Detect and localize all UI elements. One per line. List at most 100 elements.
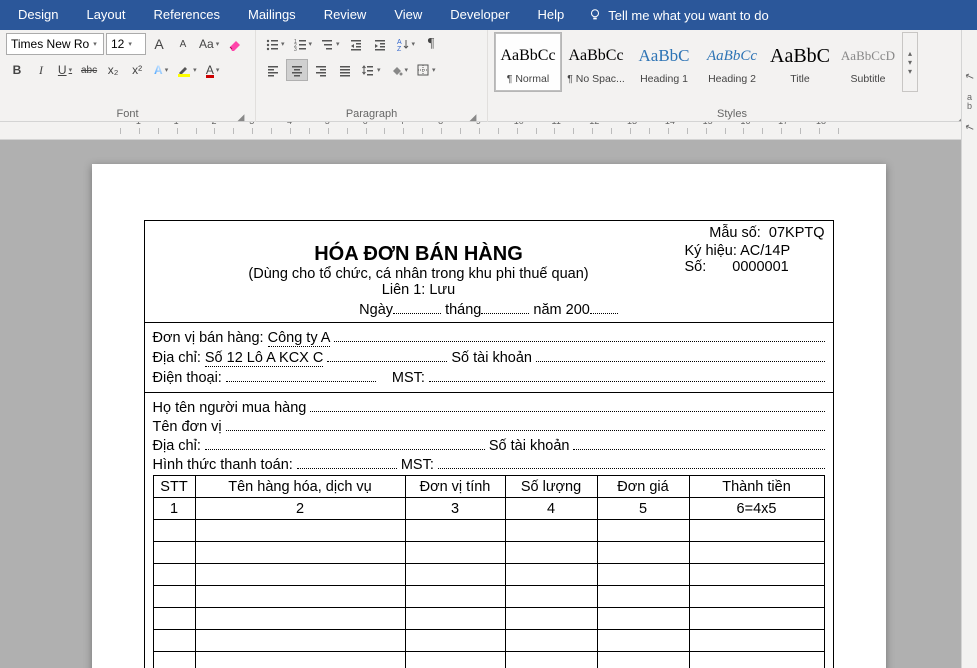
multilevel-list-button[interactable] xyxy=(317,33,343,55)
paragraph-dialog-launcher[interactable]: ◢ xyxy=(467,109,479,121)
table-cell[interactable] xyxy=(689,652,824,668)
table-cell[interactable] xyxy=(195,542,405,564)
table-cell[interactable] xyxy=(405,586,505,608)
table-cell[interactable] xyxy=(405,520,505,542)
tell-me[interactable]: Tell me what you want to do xyxy=(588,8,768,23)
table-cell[interactable] xyxy=(597,652,689,668)
table-cell[interactable] xyxy=(505,652,597,668)
style-name-label: ¶ Normal xyxy=(507,73,549,85)
table-cell[interactable] xyxy=(505,630,597,652)
document-page[interactable]: Mẫu số: 07KPTQ HÓA ĐƠN BÁN HÀNG (Dùng ch… xyxy=(92,164,886,668)
style-title[interactable]: AaBbCTitle xyxy=(766,32,834,92)
align-right-button[interactable] xyxy=(310,59,332,81)
table-cell[interactable] xyxy=(597,542,689,564)
table-cell[interactable] xyxy=(597,520,689,542)
justify-button[interactable] xyxy=(334,59,356,81)
table-cell[interactable] xyxy=(689,586,824,608)
table-cell[interactable] xyxy=(405,630,505,652)
align-right-icon xyxy=(314,63,328,77)
font-color-button[interactable]: A xyxy=(202,59,224,81)
tab-mailings[interactable]: Mailings xyxy=(234,0,310,30)
table-row xyxy=(153,608,824,630)
sort-button[interactable]: AZ xyxy=(393,33,419,55)
style-normal[interactable]: AaBbCc¶ Normal xyxy=(494,32,562,92)
strikethrough-button[interactable]: abc xyxy=(78,59,100,81)
table-cell[interactable] xyxy=(689,608,824,630)
line-spacing-button[interactable] xyxy=(358,59,384,81)
style-heading-2[interactable]: AaBbCcHeading 2 xyxy=(698,32,766,92)
tab-references[interactable]: References xyxy=(140,0,234,30)
bold-button[interactable]: B xyxy=(6,59,28,81)
table-cell[interactable] xyxy=(505,608,597,630)
tab-developer[interactable]: Developer xyxy=(436,0,523,30)
table-cell[interactable] xyxy=(597,586,689,608)
clear-formatting-button[interactable] xyxy=(224,33,246,55)
tab-review[interactable]: Review xyxy=(310,0,381,30)
table-cell[interactable] xyxy=(405,542,505,564)
tab-layout[interactable]: Layout xyxy=(72,0,139,30)
shrink-font-button[interactable]: A xyxy=(172,33,194,55)
text-effects-button[interactable]: A xyxy=(150,59,172,81)
styles-more-button[interactable]: ▴▾▾ xyxy=(902,32,918,92)
borders-button[interactable] xyxy=(413,59,439,81)
table-cell[interactable] xyxy=(505,564,597,586)
style-heading-1[interactable]: AaBbCHeading 1 xyxy=(630,32,698,92)
tab-design[interactable]: Design xyxy=(4,0,72,30)
font-dialog-launcher[interactable]: ◢ xyxy=(235,109,247,121)
table-cell[interactable] xyxy=(689,564,824,586)
table-cell[interactable] xyxy=(689,520,824,542)
bullets-button[interactable] xyxy=(262,33,288,55)
show-marks-button[interactable]: ¶ xyxy=(420,33,442,55)
style-no-spacing[interactable]: AaBbCc¶ No Spac... xyxy=(562,32,630,92)
table-cell[interactable] xyxy=(195,630,405,652)
table-cell[interactable] xyxy=(597,608,689,630)
table-cell[interactable] xyxy=(153,608,195,630)
subscript-button[interactable]: x₂ xyxy=(102,59,124,81)
horizontal-ruler[interactable]: 1123456789101112131415161718 xyxy=(0,122,977,140)
grow-font-button[interactable]: A xyxy=(148,33,170,55)
table-cell[interactable] xyxy=(153,542,195,564)
table-cell[interactable] xyxy=(153,652,195,668)
tab-help[interactable]: Help xyxy=(524,0,579,30)
shading-button[interactable] xyxy=(386,59,412,81)
table-cell[interactable] xyxy=(405,608,505,630)
table-cell[interactable] xyxy=(195,564,405,586)
underline-button[interactable]: U xyxy=(54,59,76,81)
table-cell[interactable] xyxy=(689,542,824,564)
table-cell[interactable] xyxy=(195,608,405,630)
decrease-indent-button[interactable] xyxy=(345,33,367,55)
table-cell[interactable] xyxy=(405,652,505,668)
workspace[interactable]: 1123456789101112131415161718 Mẫu số: 07K… xyxy=(0,122,977,668)
numbering-button[interactable]: 123 xyxy=(290,33,316,55)
table-cell[interactable] xyxy=(597,630,689,652)
table-cell[interactable] xyxy=(505,520,597,542)
table-cell[interactable] xyxy=(505,586,597,608)
table-cell[interactable] xyxy=(505,542,597,564)
align-center-button[interactable] xyxy=(286,59,308,81)
style-subtitle[interactable]: AaBbCcDSubtitle xyxy=(834,32,902,92)
table-cell[interactable] xyxy=(153,586,195,608)
table-cell[interactable] xyxy=(153,564,195,586)
table-cell[interactable] xyxy=(195,652,405,668)
table-row xyxy=(153,652,824,668)
highlight-icon xyxy=(177,63,191,77)
align-left-button[interactable] xyxy=(262,59,284,81)
superscript-button[interactable]: x² xyxy=(126,59,148,81)
table-cell: 5 xyxy=(597,498,689,520)
table-cell[interactable] xyxy=(689,630,824,652)
tab-view[interactable]: View xyxy=(380,0,436,30)
table-cell[interactable] xyxy=(195,586,405,608)
ky-hieu-value: AC/14P xyxy=(740,243,790,259)
change-case-button[interactable]: Aa xyxy=(196,33,222,55)
italic-button[interactable]: I xyxy=(30,59,52,81)
highlight-button[interactable] xyxy=(174,59,200,81)
font-name-combo[interactable]: Times New Ro▾ xyxy=(6,33,104,55)
table-cell[interactable] xyxy=(153,630,195,652)
table-cell[interactable] xyxy=(195,520,405,542)
increase-indent-button[interactable] xyxy=(369,33,391,55)
svg-text:Z: Z xyxy=(397,46,402,51)
table-cell[interactable] xyxy=(405,564,505,586)
table-cell[interactable] xyxy=(153,520,195,542)
table-cell[interactable] xyxy=(597,564,689,586)
font-size-combo[interactable]: 12▾ xyxy=(106,33,146,55)
